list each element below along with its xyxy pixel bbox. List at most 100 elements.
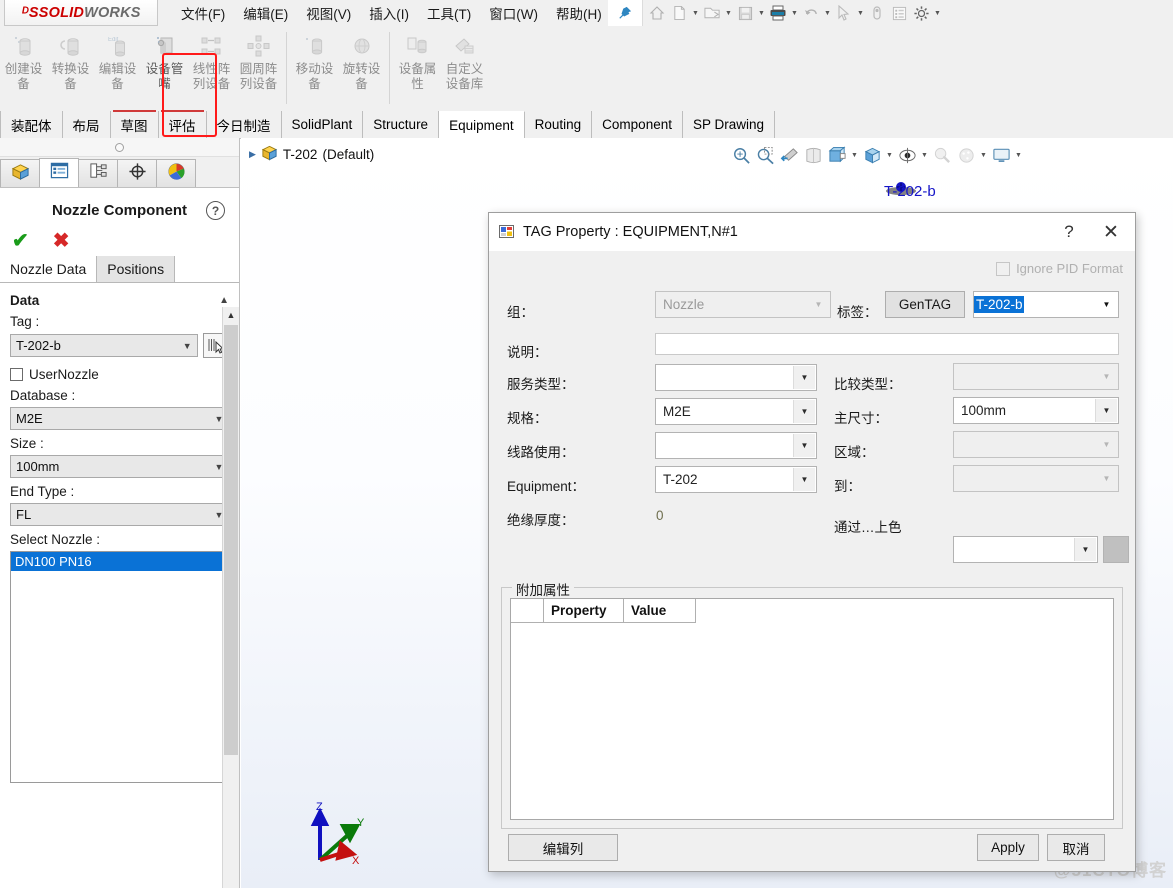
scrollbar-thumb[interactable] [224,325,238,755]
undo-icon[interactable] [800,0,822,26]
color-swatch[interactable] [1103,536,1129,563]
chevron-down-icon[interactable]: ▼ [849,142,860,168]
tab-equipment[interactable]: Equipment [439,111,525,138]
menu-help[interactable]: 帮助(H) [547,0,611,26]
menu-insert[interactable]: 插入(I) [360,0,418,26]
gear-icon[interactable] [910,0,932,26]
chevron-down-icon[interactable]: ▼ [789,0,800,26]
solidworks-logo[interactable]: ᴰSSOLIDWORKS [4,0,158,26]
chevron-down-icon[interactable]: ▼ [1095,399,1117,422]
ok-button[interactable]: ✔ [12,231,29,251]
dialog-title-bar[interactable]: TAG Property : EQUIPMENT,N#1 ? ✕ [489,213,1135,251]
create-equipment-button[interactable]: 创建设备 [0,28,47,110]
tab-routing[interactable]: Routing [524,111,593,138]
zoom-to-area-icon[interactable] [753,142,777,168]
equipment-properties-button[interactable]: 设备属性 [394,28,441,110]
expand-caret-icon[interactable]: ▶ [249,149,256,160]
to-combo[interactable]: ▼ [953,465,1119,492]
chevron-down-icon[interactable]: ▼ [723,0,734,26]
usernozzle-checkbox[interactable] [10,368,23,381]
equipment-nozzle-button[interactable]: 设备管嘴 [141,28,188,110]
open-folder-icon[interactable] [701,0,723,26]
apply-scene-icon[interactable] [954,142,978,168]
tab-evaluate[interactable]: 评估 [158,110,207,138]
subtab-positions[interactable]: Positions [97,256,176,282]
feature-manager-tab[interactable] [0,159,40,187]
main-size-combo[interactable]: 100mm ▼ [953,397,1119,424]
ignore-pid-format-row[interactable]: Ignore PID Format [996,261,1123,276]
gentag-button[interactable]: GenTAG [885,291,965,318]
chevron-down-icon[interactable]: ▼ [1096,365,1117,388]
panel-scrollbar[interactable]: ▲ [222,307,239,888]
chevron-down-icon[interactable]: ▼ [884,142,895,168]
tab-structure[interactable]: Structure [363,111,440,138]
spec-combo[interactable]: M2E ▼ [655,398,817,425]
database-combo[interactable]: M2E ▼ [10,407,230,430]
service-type-combo[interactable]: ▼ [655,364,817,391]
line-usage-combo[interactable]: ▼ [655,432,817,459]
size-combo[interactable]: 100mm ▼ [10,455,230,478]
zoom-to-fit-icon[interactable] [729,142,753,168]
menu-view[interactable]: 视图(V) [297,0,360,26]
chevron-down-icon[interactable]: ▼ [793,468,815,491]
print-icon[interactable] [767,0,789,26]
chevron-down-icon[interactable]: ▼ [978,142,989,168]
menu-file[interactable]: 文件(F) [172,0,234,26]
feature-tree-root-row[interactable]: ▶ T-202 (Default) [249,144,374,164]
menu-window[interactable]: 窗口(W) [480,0,547,26]
custom-equipment-library-button[interactable]: 自定义设备库 [441,28,488,110]
cancel-button[interactable]: 取消 [1047,834,1105,861]
options-list-icon[interactable] [888,0,910,26]
display-style-icon[interactable] [860,142,884,168]
area-combo[interactable]: ▼ [953,431,1119,458]
previous-view-icon[interactable] [777,142,801,168]
home-icon[interactable] [646,0,668,26]
tag-combo[interactable]: T-202-b ▼ [10,334,199,357]
select-cursor-icon[interactable] [833,0,855,26]
chevron-down-icon[interactable]: ▼ [1096,433,1117,456]
properties-table[interactable]: Property Value [510,598,1114,820]
group-combo[interactable]: Nozzle ▼ [655,291,831,318]
end-type-combo[interactable]: FL ▼ [10,503,230,526]
save-icon[interactable] [734,0,756,26]
chevron-down-icon[interactable]: ▼ [690,0,701,26]
linear-pattern-equipment-button[interactable]: 线性阵列设备 [188,28,235,110]
chevron-down-icon[interactable]: ▼ [177,341,197,351]
chevron-down-icon[interactable]: ▼ [793,434,815,457]
scroll-up-icon[interactable]: ▲ [223,307,239,323]
chevron-down-icon[interactable]: ▼ [1096,467,1117,490]
tab-component[interactable]: Component [592,111,683,138]
ignore-pid-format-checkbox[interactable] [996,261,1011,276]
tab-dfm[interactable]: 今日制造 [206,111,282,138]
tab-layout[interactable]: 布局 [62,111,111,138]
menu-tools[interactable]: 工具(T) [418,0,480,26]
edit-equipment-button[interactable]: Edit 编辑设备 [94,28,141,110]
dimxpert-manager-tab[interactable] [117,159,157,187]
chevron-down-icon[interactable]: ▼ [793,400,815,423]
color-by-combo[interactable]: ▼ [953,536,1098,563]
property-manager-tab[interactable] [39,158,79,187]
menu-edit[interactable]: 编辑(E) [234,0,297,26]
description-input[interactable] [655,333,1119,355]
edit-appearance-icon[interactable] [930,142,954,168]
help-icon[interactable]: ? [206,201,225,220]
new-document-icon[interactable] [668,0,690,26]
help-icon[interactable]: ? [1049,222,1089,242]
list-item[interactable]: DN100 PN16 [11,552,229,571]
circular-pattern-equipment-button[interactable]: 圆周阵列设备 [235,28,282,110]
tag-input[interactable]: T-202-b ▼ [973,291,1119,318]
cancel-button[interactable]: ✖ [53,231,70,251]
select-nozzle-listbox[interactable]: DN100 PN16 [10,551,230,783]
usernozzle-row[interactable]: UserNozzle [10,367,229,382]
tab-sketch[interactable]: 草图 [110,110,159,138]
chevron-down-icon[interactable]: ▼ [932,0,943,26]
chevron-down-icon[interactable]: ▼ [1074,538,1096,561]
hide-show-items-icon[interactable] [895,142,919,168]
chevron-down-icon[interactable]: ▼ [822,0,833,26]
equipment-combo[interactable]: T-202 ▼ [655,466,817,493]
chevron-down-icon[interactable]: ▼ [756,0,767,26]
rebuild-icon[interactable] [866,0,888,26]
chevron-down-icon[interactable]: ▼ [808,293,829,316]
data-section-header[interactable]: Data ▲ [10,293,229,308]
chevron-up-icon[interactable]: ▲ [219,295,229,306]
